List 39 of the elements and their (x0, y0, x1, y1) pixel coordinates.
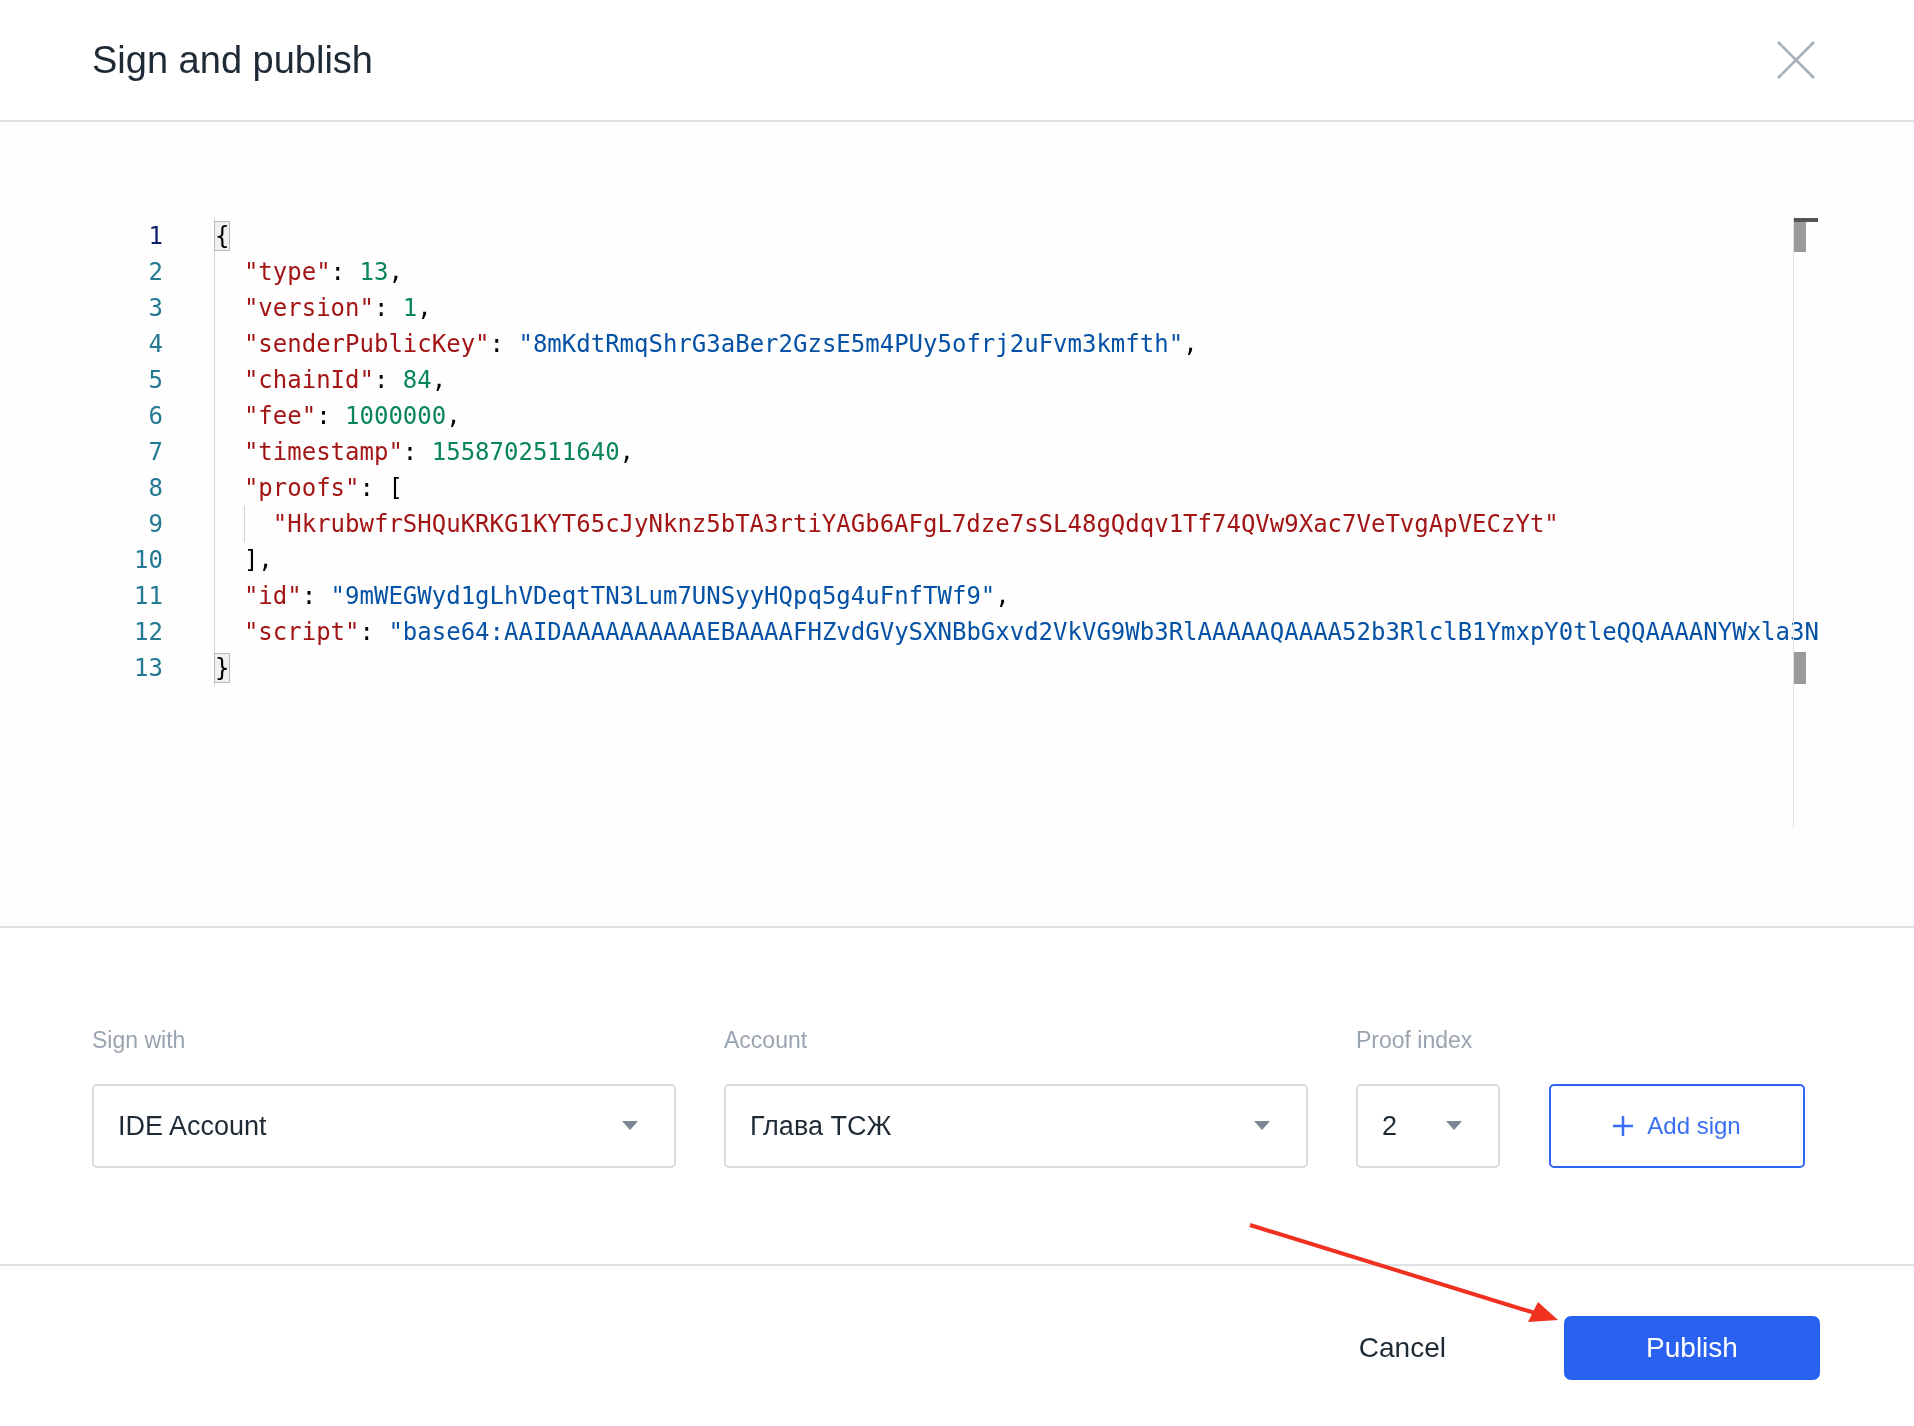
line-number: 7 (147, 438, 163, 466)
line-number: 13 (133, 654, 163, 682)
code-line: "proofs": [ (242, 474, 403, 502)
line-number: 12 (133, 618, 163, 646)
code-line: "id": "9mWEGWyd1gLhVDeqtTN3Lum7UNSyyHQpq5g4uFnfTWf9", (242, 582, 1010, 610)
code-line: ], (242, 546, 273, 574)
caret-icon (1254, 1121, 1270, 1131)
line-number: 11 (133, 582, 163, 610)
code-line: "senderPublicKey": "8mKdtRmqShrG3aBer2GzsE5m4PUy5ofrj2uFvm3kmfth", (242, 330, 1198, 358)
cancel-button[interactable]: Cancel (1318, 1316, 1486, 1380)
dropdown[interactable]: 2 (1356, 1084, 1500, 1168)
field-label: Proof index (1356, 1026, 1474, 1054)
field-label: Sign with (92, 1026, 187, 1054)
close-icon[interactable] (1776, 40, 1816, 80)
code-line: "HkrubwfrSHQuKRKG1KYT65cJyNknz5bTA3rtiYAGb6AFgL7dze7sSL48gQdqv1Tf74QVw9Xac7VeTvgApVECzYt" (271, 510, 1559, 538)
line-number: 6 (147, 402, 163, 430)
line-number: 2 (147, 258, 163, 286)
line-number: 3 (147, 294, 163, 322)
caret-icon (1446, 1121, 1462, 1131)
code-line: "chainId": 84, (242, 366, 447, 394)
code-line: "type": 13, (242, 258, 403, 286)
line-number: 10 (133, 546, 163, 574)
plus-icon (1613, 1116, 1634, 1136)
code-line: "fee": 1000000, (242, 402, 461, 430)
caret-icon (622, 1121, 638, 1131)
code-line: "timestamp": 1558702511640, (242, 438, 635, 466)
field-label: Account (724, 1026, 809, 1054)
line-number: 5 (147, 366, 163, 394)
line-number: 9 (147, 510, 163, 538)
dropdown[interactable]: Глава ТСЖ (724, 1084, 1308, 1168)
dropdown[interactable]: IDE Account (92, 1084, 676, 1168)
code-line: "version": 1, (242, 294, 432, 322)
dialog-title: Sign and publish (92, 38, 373, 82)
line-number: 4 (147, 330, 163, 358)
add-sign-button[interactable]: Add sign (1549, 1084, 1805, 1168)
line-number: 8 (147, 474, 163, 502)
code-line: "script": "base64:AAIDAAAAAAAAAAEBAAAAFHZvdGVySXNBbGxvd2VkVG9Wb3RlAAAAAQAAAA52b3RlclB1YmxpY0tleQQAAAANYWxla3N (242, 618, 1819, 646)
publish-button[interactable]: Publish (1564, 1316, 1820, 1380)
line-number: 1 (147, 222, 163, 250)
